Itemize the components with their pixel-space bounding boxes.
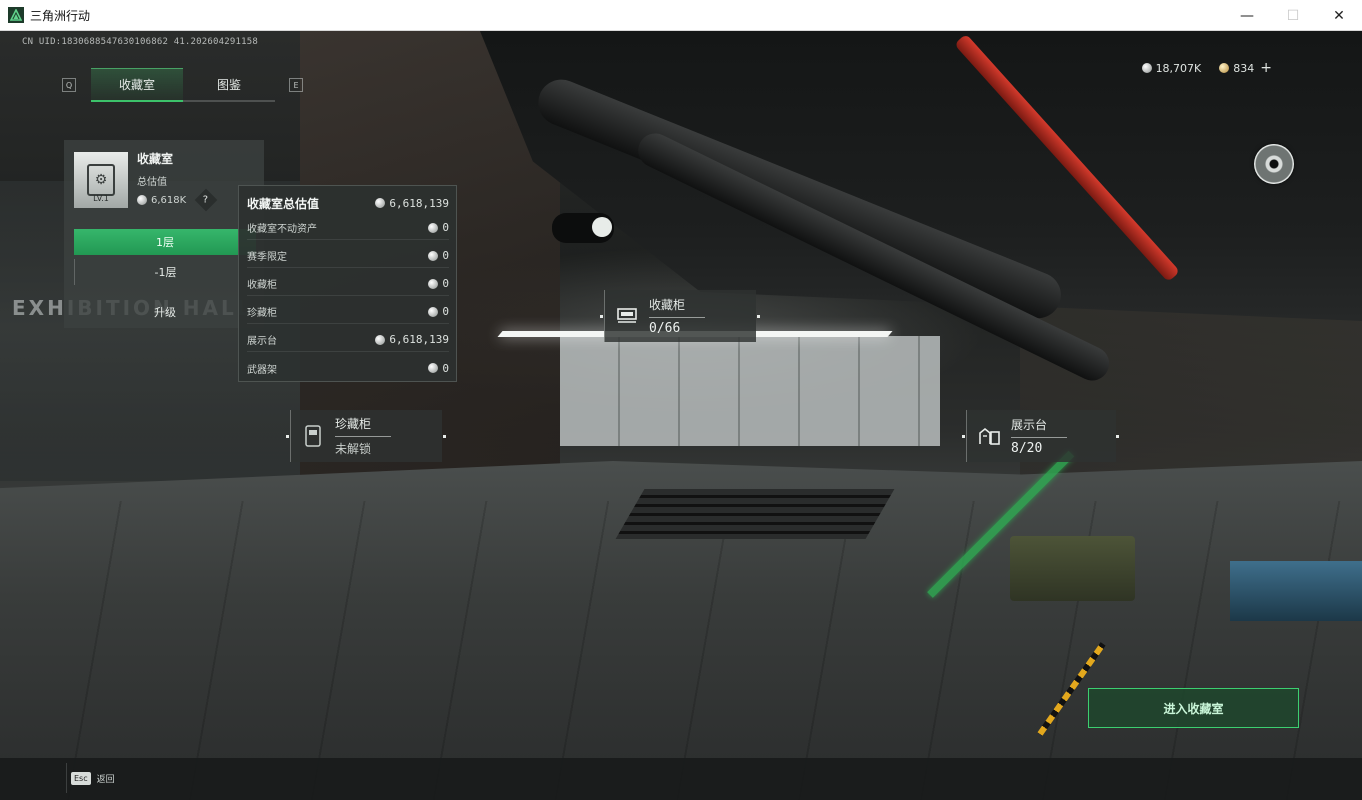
silver-coin-icon [428, 222, 439, 233]
upgrade-button[interactable]: 升级 [74, 302, 256, 322]
window-title: 三角洲行动 [30, 8, 91, 23]
silver-coin-icon [428, 306, 439, 317]
marker-treasure-cabinet[interactable]: 珍藏柜 未解锁 [290, 410, 442, 462]
esc-key-icon: Esc [71, 771, 91, 785]
enter-collection-room-button[interactable]: 进入收藏室 [1088, 688, 1299, 728]
add-currency-button[interactable]: + [1260, 60, 1272, 76]
valuation-tooltip: 收藏室总估值 6,618,139 收藏室不动资产 0 赛季限定 0 收藏柜 0 … [238, 185, 457, 382]
treasure-cabinet-icon [291, 410, 335, 462]
marker-collection-cabinet[interactable]: 收藏柜 0/66 [604, 290, 756, 342]
silver-coin-icon [428, 363, 439, 373]
marker-dot [443, 435, 446, 438]
display-stand-icon [967, 410, 1011, 462]
total-value: 6,618K ? [137, 188, 218, 212]
supply-crate [1010, 536, 1135, 601]
valuation-row: 收藏柜 0 [247, 272, 449, 296]
cabinet-icon: ⚙ [87, 164, 115, 196]
cabinet-count: 0/66 [649, 321, 681, 336]
window-titlebar: 三角洲行动 — ☐ ✕ [0, 0, 1362, 31]
cabinet-icon [605, 290, 649, 342]
collection-title: 收藏室 [137, 152, 174, 166]
gold-coin-icon [1219, 63, 1230, 73]
valuation-row: 珍藏柜 0 [247, 300, 449, 324]
silver-coin-icon [137, 195, 147, 205]
room-level: LV.1 [93, 194, 109, 203]
marker-dot [600, 315, 603, 318]
valuation-row: 赛季限定 0 [247, 244, 449, 268]
silver-currency: 18,707K [1141, 61, 1202, 75]
stairs [615, 489, 895, 539]
key-hint-q[interactable]: Q [62, 78, 76, 92]
maximize-button[interactable]: ☐ [1270, 0, 1316, 31]
currency-bar: 18,707K 834 + [1141, 60, 1272, 76]
floor-1-button[interactable]: 1层 [74, 229, 256, 255]
valuation-total: 6,618,139 [389, 196, 449, 210]
valuation-title: 收藏室总估值 [247, 196, 320, 211]
marker-display-stand[interactable]: 展示台 8/20 [966, 410, 1116, 462]
valuation-row: 收藏室不动资产 0 [247, 216, 449, 240]
gold-amount: 834 [1233, 61, 1255, 75]
silver-coin-icon [1141, 63, 1152, 73]
equipment-case [1230, 561, 1362, 621]
close-button[interactable]: ✕ [1316, 0, 1362, 31]
display-wall [560, 336, 940, 446]
key-hint-e[interactable]: E [289, 78, 303, 92]
help-icon[interactable]: ? [194, 188, 218, 212]
silver-coin-icon [428, 278, 439, 289]
spotlight [552, 213, 614, 243]
collection-info-panel: ⚙ LV.1 收藏室 总估值 6,618K ? 1层 -1层 升级 [64, 140, 264, 328]
marker-dot [286, 435, 289, 438]
game-window: 三角洲行动 — ☐ ✕ EXHIBITION HALL CN UID:18306… [0, 0, 1362, 800]
valuation-row: 武器架 0 [247, 361, 449, 376]
back-label: 返回 [96, 774, 115, 785]
marker-dot [757, 315, 760, 318]
tab-collection-room[interactable]: 收藏室 [91, 68, 183, 102]
silver-coin-icon [375, 334, 386, 345]
marker-dot [1116, 435, 1119, 438]
tab-codex[interactable]: 图鉴 [183, 68, 275, 102]
marker-dot [962, 435, 965, 438]
treasure-name: 珍藏柜 [335, 415, 392, 437]
floor-grid [0, 501, 1362, 800]
cabinet-name: 收藏柜 [649, 296, 706, 318]
player-uid: CN UID:1830688547630106862 41.2026042911… [22, 37, 258, 47]
silver-coin-icon [428, 250, 439, 261]
main-tabs: 收藏室 图鉴 [91, 68, 275, 102]
bottom-bar [0, 758, 1362, 800]
valuation-header: 收藏室总估值 6,618,139 [247, 194, 449, 212]
display-name: 展示台 [1011, 416, 1068, 438]
total-value-label: 总估值 [137, 177, 167, 188]
app-logo-icon [8, 7, 24, 23]
treasure-state: 未解锁 [335, 442, 372, 456]
valuation-row: 展示台 6,618,139 [247, 328, 449, 352]
display-count: 8/20 [1011, 441, 1043, 456]
gold-currency: 834 + [1219, 60, 1272, 76]
record-disc-icon[interactable] [1254, 144, 1294, 184]
back-button[interactable]: Esc 返回 [66, 763, 122, 793]
silver-coin-icon [375, 198, 386, 208]
minimize-button[interactable]: — [1224, 0, 1270, 31]
total-value-amount: 6,618K [151, 194, 187, 206]
floor-minus1-button[interactable]: -1层 [74, 259, 256, 285]
silver-amount: 18,707K [1155, 61, 1202, 75]
